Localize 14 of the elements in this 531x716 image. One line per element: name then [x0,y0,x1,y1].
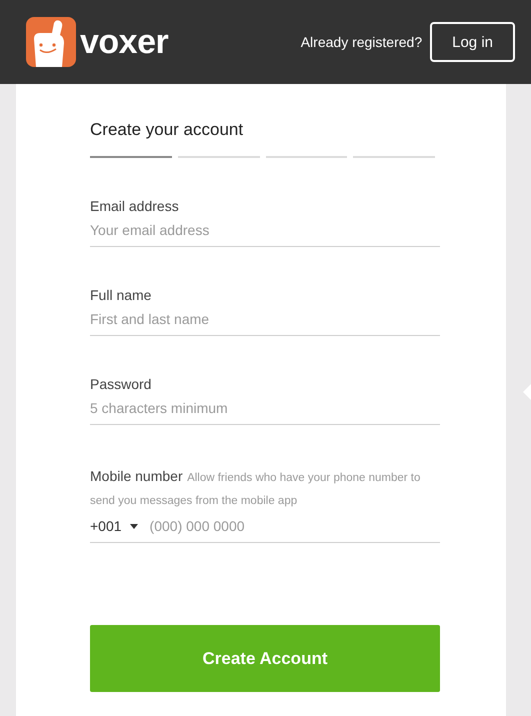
text-input[interactable]: Your email address [90,214,440,247]
field-label-with-hint: Mobile number Allow friends who have your phone number to send you messages from the mobile app [90,467,422,509]
form-title: Create your account [90,120,244,140]
caret-icon [130,524,138,528]
text-input[interactable]: First and last name [90,303,440,336]
field-label: Email address [90,198,180,214]
field-label: Full name [90,287,152,303]
logo-text: voxer [80,22,168,62]
text-input[interactable]: 5 characters minimum [90,392,440,425]
field-label: Password [90,376,152,392]
logo-icon [26,17,76,67]
login-button[interactable]: Log in [430,22,515,62]
registered-prompt: Already registered? [300,34,422,50]
country-code-dropdown[interactable]: +001 [90,518,138,534]
